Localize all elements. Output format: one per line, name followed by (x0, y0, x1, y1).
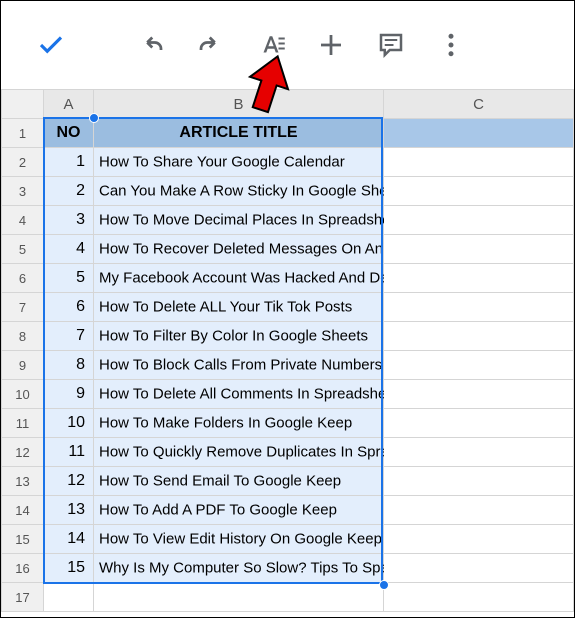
comment-icon (376, 30, 406, 60)
cell-title[interactable]: How To Filter By Color In Google Sheets (94, 322, 384, 351)
cell-title[interactable]: My Facebook Account Was Hacked And Delet… (94, 264, 384, 293)
cell-title[interactable]: How To Move Decimal Places In Spreadshee… (94, 206, 384, 235)
row-header[interactable]: 7 (2, 293, 44, 322)
cell[interactable] (94, 583, 384, 612)
undo-button[interactable] (121, 15, 181, 75)
cell-header-title[interactable]: ARTICLE TITLE (94, 119, 384, 148)
cell-no[interactable]: 15 (44, 554, 94, 583)
cell-no[interactable]: 7 (44, 322, 94, 351)
cell[interactable] (384, 554, 574, 583)
cell-no[interactable]: 1 (44, 148, 94, 177)
row-header[interactable]: 2 (2, 148, 44, 177)
row-header[interactable]: 6 (2, 264, 44, 293)
cell-title[interactable]: How To View Edit History On Google Keep (94, 525, 384, 554)
undo-icon (136, 30, 166, 60)
cell[interactable] (384, 206, 574, 235)
spreadsheet-grid[interactable]: A B C 1 NO ARTICLE TITLE 21How To Share … (1, 89, 574, 617)
cell-title[interactable]: How To Make Folders In Google Keep (94, 409, 384, 438)
cell-title[interactable]: Can You Make A Row Sticky In Google Shee… (94, 177, 384, 206)
more-button[interactable] (421, 15, 481, 75)
check-icon (36, 30, 66, 60)
cell-no[interactable]: 3 (44, 206, 94, 235)
cell[interactable] (384, 583, 574, 612)
cell[interactable] (384, 119, 574, 148)
cell-title[interactable]: How To Quickly Remove Duplicates In Spre… (94, 438, 384, 467)
cell-title[interactable]: How To Send Email To Google Keep (94, 467, 384, 496)
text-format-icon (256, 30, 286, 60)
cell[interactable] (384, 409, 574, 438)
cell[interactable] (384, 380, 574, 409)
cell-no[interactable]: 4 (44, 235, 94, 264)
row-header[interactable]: 3 (2, 177, 44, 206)
row-header[interactable]: 5 (2, 235, 44, 264)
cell-title[interactable]: How To Delete All Comments In Spreadshee… (94, 380, 384, 409)
cell-title[interactable]: How To Delete ALL Your Tik Tok Posts (94, 293, 384, 322)
cell[interactable] (384, 235, 574, 264)
cell[interactable] (384, 177, 574, 206)
cell-no[interactable]: 11 (44, 438, 94, 467)
row-header[interactable]: 17 (2, 583, 44, 612)
row-header[interactable]: 12 (2, 438, 44, 467)
select-all-corner[interactable] (2, 90, 44, 119)
cell[interactable] (384, 467, 574, 496)
confirm-button[interactable] (21, 15, 81, 75)
cell[interactable] (384, 322, 574, 351)
cell-no[interactable]: 12 (44, 467, 94, 496)
cell[interactable] (384, 525, 574, 554)
row-header[interactable]: 11 (2, 409, 44, 438)
column-header-b[interactable]: B (94, 90, 384, 119)
redo-icon (196, 30, 226, 60)
row-header[interactable]: 16 (2, 554, 44, 583)
column-header-a[interactable]: A (44, 90, 94, 119)
cell-title[interactable]: How To Block Calls From Private Numbers … (94, 351, 384, 380)
cell[interactable] (384, 148, 574, 177)
cell-no[interactable]: 5 (44, 264, 94, 293)
cell-title[interactable]: How To Add A PDF To Google Keep (94, 496, 384, 525)
cell[interactable] (384, 264, 574, 293)
cell-no[interactable]: 13 (44, 496, 94, 525)
row-header[interactable]: 9 (2, 351, 44, 380)
redo-button[interactable] (181, 15, 241, 75)
cell-no[interactable]: 2 (44, 177, 94, 206)
column-header-c[interactable]: C (384, 90, 574, 119)
row-header[interactable]: 1 (2, 119, 44, 148)
cell[interactable] (44, 583, 94, 612)
more-vert-icon (436, 30, 466, 60)
text-format-button[interactable] (241, 15, 301, 75)
cell[interactable] (384, 496, 574, 525)
add-button[interactable] (301, 15, 361, 75)
cell-no[interactable]: 6 (44, 293, 94, 322)
cell[interactable] (384, 351, 574, 380)
cell-header-no[interactable]: NO (44, 119, 94, 148)
row-header[interactable]: 10 (2, 380, 44, 409)
row-header[interactable]: 14 (2, 496, 44, 525)
cell-no[interactable]: 10 (44, 409, 94, 438)
row-header[interactable]: 8 (2, 322, 44, 351)
comment-button[interactable] (361, 15, 421, 75)
plus-icon (316, 30, 346, 60)
toolbar (1, 1, 574, 89)
row-header[interactable]: 13 (2, 467, 44, 496)
cell[interactable] (384, 438, 574, 467)
row-header[interactable]: 15 (2, 525, 44, 554)
cell[interactable] (384, 293, 574, 322)
cell-no[interactable]: 14 (44, 525, 94, 554)
cell-no[interactable]: 9 (44, 380, 94, 409)
cell-title[interactable]: How To Recover Deleted Messages On An An… (94, 235, 384, 264)
row-header[interactable]: 4 (2, 206, 44, 235)
cell-title[interactable]: How To Share Your Google Calendar (94, 148, 384, 177)
cell-no[interactable]: 8 (44, 351, 94, 380)
cell-title[interactable]: Why Is My Computer So Slow? Tips To Spee… (94, 554, 384, 583)
